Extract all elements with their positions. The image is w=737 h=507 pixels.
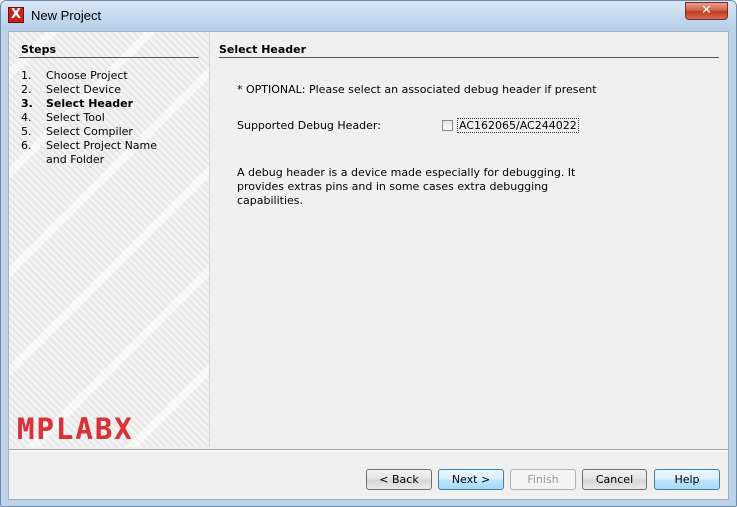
step-number: 6. bbox=[21, 139, 32, 152]
step-number: 3. bbox=[21, 97, 33, 110]
step-select-header: 3. Select Header bbox=[21, 97, 206, 111]
mplab-x-icon: X bbox=[8, 7, 24, 23]
new-project-window: X New Project ✕ Steps 1. Choose Project … bbox=[0, 0, 737, 507]
wizard-body: Steps 1. Choose Project 2. Select Device… bbox=[8, 31, 729, 500]
content-panel: Select Header * OPTIONAL: Please select … bbox=[219, 32, 727, 447]
steps-panel: Steps 1. Choose Project 2. Select Device… bbox=[9, 32, 210, 447]
step-label: Select Header bbox=[46, 97, 134, 110]
optional-note: * OPTIONAL: Please select an associated … bbox=[237, 83, 597, 96]
step-select-device: 2. Select Device bbox=[21, 83, 206, 97]
help-button[interactable]: Help bbox=[654, 469, 720, 490]
steps-title: Steps bbox=[21, 43, 57, 56]
step-label: Select Project Name and Folder bbox=[46, 139, 158, 166]
step-label: Select Device bbox=[46, 83, 122, 96]
next-button[interactable]: Next > bbox=[438, 469, 504, 490]
page-title: Select Header bbox=[219, 43, 307, 56]
step-number: 4. bbox=[21, 111, 32, 124]
title-bar[interactable]: X New Project ✕ bbox=[1, 1, 736, 30]
supported-header-label: Supported Debug Header: bbox=[237, 119, 381, 132]
back-button[interactable]: < Back bbox=[366, 469, 432, 490]
close-icon: ✕ bbox=[701, 3, 712, 18]
close-button[interactable]: ✕ bbox=[685, 2, 728, 20]
step-label: Select Compiler bbox=[46, 125, 133, 138]
step-label: Select Tool bbox=[46, 111, 105, 124]
cancel-button[interactable]: Cancel bbox=[582, 469, 647, 490]
header-description: A debug header is a device made especial… bbox=[237, 166, 576, 207]
step-number: 5. bbox=[21, 125, 32, 138]
step-number: 2. bbox=[21, 83, 32, 96]
debug-header-checkbox[interactable] bbox=[442, 120, 453, 131]
step-label: Choose Project bbox=[46, 69, 128, 82]
mplabx-logo: MPLABX bbox=[17, 412, 134, 446]
step-select-tool: 4. Select Tool bbox=[21, 111, 206, 125]
steps-list: 1. Choose Project 2. Select Device 3. Se… bbox=[21, 69, 206, 167]
step-select-compiler: 5. Select Compiler bbox=[21, 125, 206, 139]
step-choose-project: 1. Choose Project bbox=[21, 69, 206, 83]
window-title: New Project bbox=[31, 8, 102, 23]
title-divider bbox=[219, 57, 719, 58]
step-number: 1. bbox=[21, 69, 32, 82]
debug-header-checkbox-label[interactable]: AC162065/AC244022 bbox=[457, 118, 579, 133]
steps-divider bbox=[19, 57, 199, 58]
button-bar-divider bbox=[9, 449, 728, 451]
step-select-project-name: 6. Select Project Name and Folder bbox=[21, 139, 206, 167]
finish-button[interactable]: Finish bbox=[510, 469, 576, 490]
